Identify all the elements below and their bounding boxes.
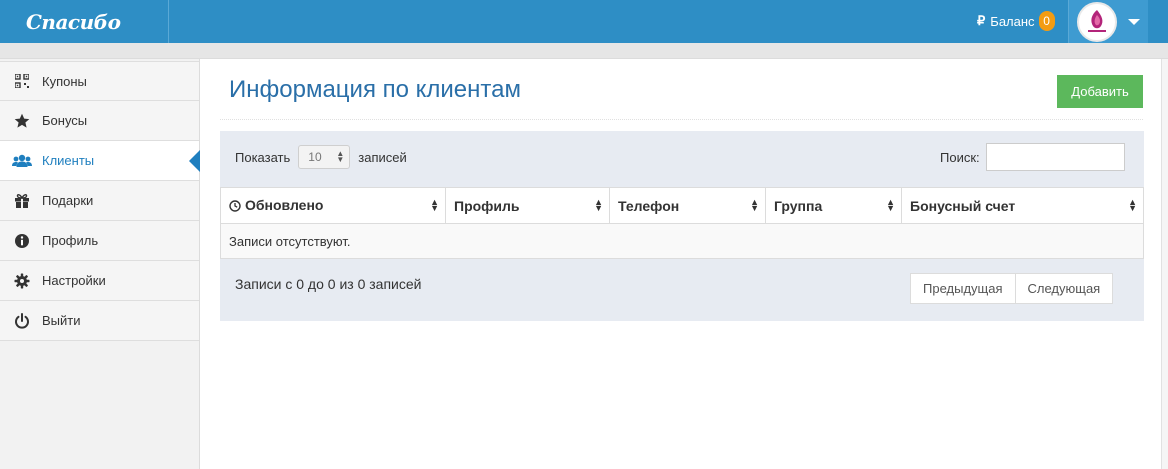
next-page-button[interactable]: Следующая <box>1015 273 1114 304</box>
sidebar-item-label: Выйти <box>42 313 81 328</box>
column-header-phone[interactable]: Телефон ▲ ▼ <box>609 187 766 224</box>
column-header-updated[interactable]: Обновлено ▲ ▼ <box>220 187 446 224</box>
search-input[interactable] <box>985 143 1125 171</box>
column-header-bonus-account[interactable]: Бонусный счет ▲ ▼ <box>901 187 1144 224</box>
gift-icon <box>12 193 32 209</box>
add-button[interactable]: Добавить <box>1057 75 1143 108</box>
column-header-profile[interactable]: Профиль ▲ ▼ <box>445 187 610 224</box>
clients-table: Обновлено ▲ ▼ Профиль ▲ ▼ Телефон ▲ ▼ Групп… <box>220 187 1144 259</box>
search-control: Поиск: <box>940 143 1125 171</box>
previous-page-button[interactable]: Предыдущая <box>910 273 1016 304</box>
sort-icon: ▲ ▼ <box>886 197 895 213</box>
sidebar-item-label: Профиль <box>42 233 99 248</box>
sidebar-item-coupons[interactable]: Купоны <box>0 61 199 101</box>
ruble-icon: ₽ <box>977 13 986 28</box>
subheader-strip <box>0 43 1168 59</box>
column-header-group[interactable]: Группа ▲ ▼ <box>765 187 902 224</box>
records-label: записей <box>358 149 407 165</box>
select-arrows-icon: ▲ ▼ <box>336 149 345 164</box>
sidebar-item-label: Клиенты <box>42 153 95 168</box>
column-label: Телефон <box>618 197 680 214</box>
sort-icon: ▲ ▼ <box>430 197 439 213</box>
sidebar-item-clients[interactable]: Клиенты <box>0 141 200 181</box>
user-menu-toggle[interactable] <box>1068 0 1148 43</box>
search-label: Поиск: <box>940 149 980 165</box>
show-label: Показать <box>235 149 291 165</box>
sort-icon: ▲ ▼ <box>594 197 603 213</box>
chevron-down-icon[interactable] <box>1128 18 1140 25</box>
avatar[interactable] <box>1077 1 1117 42</box>
column-label: Обновлено <box>245 196 324 213</box>
column-label: Группа <box>774 197 823 214</box>
logo-area[interactable]: Спасибо <box>0 0 169 43</box>
page-title: Информация по клиентам <box>229 76 521 103</box>
logo[interactable]: Спасибо <box>26 10 121 34</box>
main-content: Информация по клиентам Добавить Показать… <box>200 59 1168 469</box>
top-navbar: Спасибо ₽ Баланс 0 <box>0 0 1168 43</box>
balance-label: Баланс <box>990 13 1035 29</box>
avatar-logo-icon <box>1081 5 1113 38</box>
sidebar-item-gifts[interactable]: Подарки <box>0 181 199 221</box>
page-size-select[interactable]: 10 ▲ ▼ <box>298 145 351 169</box>
sidebar-item-settings[interactable]: Настройки <box>0 261 199 301</box>
divider <box>220 119 1143 120</box>
table-header-row: Обновлено ▲ ▼ Профиль ▲ ▼ Телефон ▲ ▼ Групп… <box>220 187 1144 224</box>
sidebar-item-logout[interactable]: Выйти <box>0 301 199 341</box>
sort-icon: ▲ ▼ <box>750 197 759 213</box>
empty-message: Записи отсутствуют. <box>220 223 1144 259</box>
page-size-control: Показать 10 ▲ ▼ записей <box>235 145 407 169</box>
users-icon <box>12 153 32 169</box>
column-label: Профиль <box>454 197 520 214</box>
sort-icon: ▲ ▼ <box>1128 197 1137 213</box>
clock-icon <box>229 199 241 215</box>
sidebar-item-label: Настройки <box>42 273 106 288</box>
qrcode-icon <box>12 73 32 89</box>
info-icon <box>12 233 32 249</box>
sidebar: Купоны Бонусы Клиенты Подарки Профиль На… <box>0 59 200 469</box>
sidebar-item-bonuses[interactable]: Бонусы <box>0 101 199 141</box>
sidebar-item-label: Подарки <box>42 193 94 208</box>
sidebar-item-profile[interactable]: Профиль <box>0 221 199 261</box>
power-icon <box>12 312 32 329</box>
column-label: Бонусный счет <box>910 197 1016 214</box>
clients-table-panel: Показать 10 ▲ ▼ записей Поиск: Обновлено … <box>220 131 1144 321</box>
table-row: Записи отсутствуют. <box>220 223 1144 259</box>
balance-link[interactable]: ₽ Баланс 0 <box>977 10 1055 32</box>
pagination: Предыдущая Следующая <box>910 273 1114 304</box>
sidebar-item-label: Купоны <box>42 73 87 89</box>
page-size-value: 10 <box>308 150 322 164</box>
sidebar-item-label: Бонусы <box>42 113 88 128</box>
balance-badge: 0 <box>1038 11 1055 31</box>
star-icon <box>12 113 32 129</box>
table-info: Записи с 0 до 0 из 0 записей <box>235 276 422 292</box>
right-edge-panel <box>1161 59 1168 469</box>
gear-icon <box>12 273 32 289</box>
